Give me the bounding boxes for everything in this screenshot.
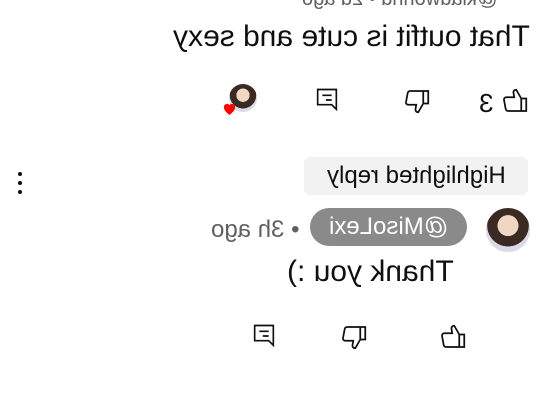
thumb-down-icon <box>342 326 367 350</box>
like-button[interactable] <box>500 86 530 116</box>
parent-comment-text: That outfit is cute and sexy <box>173 20 530 53</box>
more-vert-icon <box>17 172 23 194</box>
reply-timestamp: • 3h ago <box>210 216 300 243</box>
creator-heart <box>221 84 257 118</box>
thumb-up-icon <box>441 324 466 348</box>
parent-author-line: @kladwohnd • 2d ago <box>300 0 500 10</box>
thumb-up-icon <box>503 88 528 112</box>
reply-dislike-button[interactable] <box>339 322 369 352</box>
reply-like-button[interactable] <box>438 322 468 352</box>
reply-text: Thank you :) <box>286 255 454 288</box>
heart-icon <box>223 103 236 115</box>
highlighted-reply-badge: Highlighted reply <box>304 157 528 195</box>
reply-button[interactable] <box>313 86 341 114</box>
more-options-button[interactable] <box>17 172 23 196</box>
reply-author-handle[interactable]: @MisoLexi <box>310 208 467 246</box>
like-count: 3 <box>478 88 494 118</box>
reply-reply-button[interactable] <box>250 322 278 350</box>
reply-author-avatar[interactable] <box>486 208 530 252</box>
thumb-down-icon <box>405 90 430 114</box>
dislike-button[interactable] <box>402 86 432 116</box>
comment-icon <box>316 88 338 112</box>
comment-icon <box>253 324 275 348</box>
